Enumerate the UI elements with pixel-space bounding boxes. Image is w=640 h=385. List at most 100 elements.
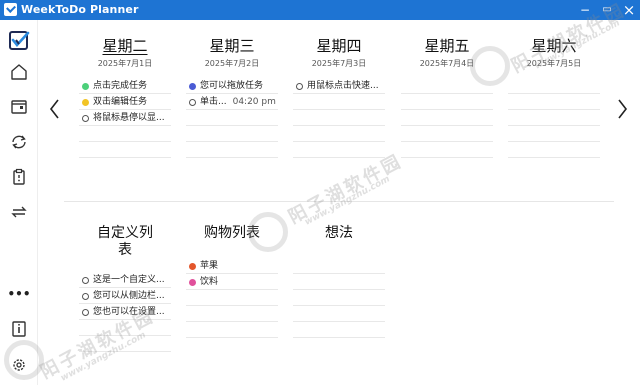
task-dot bbox=[189, 263, 196, 270]
list-item[interactable]: 苹果 bbox=[186, 258, 278, 274]
empty-task-slot[interactable] bbox=[293, 126, 385, 142]
task-dot bbox=[82, 277, 89, 284]
task-item[interactable]: 您可以拖放任务 bbox=[186, 78, 278, 94]
empty-task-slot[interactable] bbox=[293, 258, 385, 274]
app-logo-icon bbox=[4, 3, 17, 16]
task-item[interactable]: 双击编辑任务 bbox=[79, 94, 171, 110]
task-text: 将鼠标悬停以显... bbox=[93, 113, 165, 123]
list-title[interactable]: 自定义列 表 bbox=[79, 225, 171, 259]
clipboard-button[interactable] bbox=[7, 165, 31, 189]
list-title[interactable]: 想法 bbox=[293, 225, 385, 258]
day-column-wednesday: 星期三 2025年7月2日 您可以拖放任务 单击... 04:20 pm bbox=[186, 36, 278, 158]
empty-task-slot[interactable] bbox=[401, 94, 493, 110]
empty-task-slot[interactable] bbox=[293, 274, 385, 290]
day-title: 星期三 bbox=[209, 37, 255, 55]
day-title: 星期二 bbox=[102, 37, 148, 55]
window-title: WeekToDo Planner bbox=[21, 3, 139, 16]
empty-task-slot[interactable] bbox=[79, 142, 171, 158]
list-item[interactable]: 这是一个自定义... bbox=[79, 272, 171, 288]
task-dot bbox=[189, 99, 196, 106]
sync-button[interactable] bbox=[7, 130, 31, 154]
empty-task-slot[interactable] bbox=[401, 110, 493, 126]
day-column-tuesday: 星期二 2025年7月1日 点击完成任务 双击编辑任务 将鼠标悬停以显... bbox=[79, 36, 171, 158]
empty-task-slot[interactable] bbox=[293, 142, 385, 158]
empty-task-slot[interactable] bbox=[293, 290, 385, 306]
empty-task-slot[interactable] bbox=[186, 322, 278, 338]
list-title-line: 想法 bbox=[325, 225, 353, 241]
task-dot bbox=[189, 279, 196, 286]
watermark-logo-icon bbox=[248, 212, 288, 252]
empty-task-slot[interactable] bbox=[293, 322, 385, 338]
task-text: 苹果 bbox=[200, 261, 219, 271]
info-button[interactable] bbox=[7, 317, 31, 341]
home-icon bbox=[11, 64, 27, 80]
empty-task-slot[interactable] bbox=[508, 142, 600, 158]
task-item[interactable]: 将鼠标悬停以显... bbox=[79, 110, 171, 126]
home-button[interactable] bbox=[7, 60, 31, 84]
task-text: 您可以拖放任务 bbox=[200, 81, 264, 91]
day-column-thursday: 星期四 2025年7月3日 用鼠标点击快速... bbox=[293, 36, 385, 158]
task-text: 点击完成任务 bbox=[93, 81, 148, 91]
app-logo-button[interactable] bbox=[7, 29, 31, 53]
empty-task-slot[interactable] bbox=[293, 110, 385, 126]
task-dot bbox=[82, 309, 89, 316]
task-text: 单击... bbox=[200, 97, 227, 107]
info-icon bbox=[12, 321, 26, 337]
empty-task-slot[interactable] bbox=[186, 126, 278, 142]
task-item[interactable]: 单击... 04:20 pm bbox=[186, 94, 278, 110]
empty-task-slot[interactable] bbox=[508, 126, 600, 142]
task-dot bbox=[82, 293, 89, 300]
task-text: 用鼠标点击快速... bbox=[307, 81, 379, 91]
swap-icon bbox=[11, 206, 27, 218]
task-text: 双击编辑任务 bbox=[93, 97, 148, 107]
empty-task-slot[interactable] bbox=[186, 290, 278, 306]
empty-task-slot[interactable] bbox=[79, 126, 171, 142]
clipboard-icon bbox=[13, 168, 25, 185]
empty-task-slot[interactable] bbox=[508, 110, 600, 126]
task-dot bbox=[296, 83, 303, 90]
day-date: 2025年7月3日 bbox=[311, 59, 367, 68]
empty-task-slot[interactable] bbox=[508, 94, 600, 110]
day-date: 2025年7月1日 bbox=[97, 59, 153, 68]
task-item[interactable]: 点击完成任务 bbox=[79, 78, 171, 94]
calendar-button[interactable] bbox=[7, 95, 31, 119]
list-title-line: 自定义列 bbox=[97, 225, 153, 241]
list-item[interactable]: 饮料 bbox=[186, 274, 278, 290]
day-title: 星期四 bbox=[316, 37, 362, 55]
next-week-button[interactable] bbox=[614, 96, 632, 122]
empty-task-slot[interactable] bbox=[293, 306, 385, 322]
task-dot bbox=[189, 83, 196, 90]
ideas-list-column: 想法 bbox=[293, 225, 385, 338]
list-item[interactable]: 您可以从侧边栏... bbox=[79, 288, 171, 304]
more-icon: ••• bbox=[7, 287, 31, 301]
previous-week-button[interactable] bbox=[46, 96, 64, 122]
task-dot bbox=[82, 83, 89, 90]
list-title-line: 表 bbox=[118, 242, 132, 258]
task-text: 饮料 bbox=[200, 277, 219, 287]
swap-button[interactable] bbox=[7, 200, 31, 224]
sync-icon bbox=[12, 135, 26, 149]
calendar-icon bbox=[11, 100, 27, 114]
chevron-left-icon bbox=[49, 99, 59, 119]
empty-task-slot[interactable] bbox=[508, 78, 600, 94]
task-dot bbox=[82, 99, 89, 106]
app-logo-icon bbox=[9, 31, 30, 50]
watermark-logo-icon bbox=[470, 46, 510, 86]
task-item[interactable]: 用鼠标点击快速... bbox=[293, 78, 385, 94]
task-time: 04:20 pm bbox=[232, 97, 276, 107]
more-button[interactable]: ••• bbox=[7, 282, 31, 306]
task-dot bbox=[82, 115, 89, 122]
empty-task-slot[interactable] bbox=[401, 126, 493, 142]
title-bar: WeekToDo Planner − ▭ × bbox=[0, 0, 640, 20]
empty-task-slot[interactable] bbox=[293, 94, 385, 110]
empty-task-slot[interactable] bbox=[186, 110, 278, 126]
empty-task-slot[interactable] bbox=[186, 142, 278, 158]
task-text: 这是一个自定义... bbox=[93, 275, 165, 285]
task-text: 您可以从侧边栏... bbox=[93, 291, 165, 301]
chevron-right-icon bbox=[618, 99, 628, 119]
sidebar: ••• bbox=[0, 20, 38, 385]
empty-task-slot[interactable] bbox=[401, 142, 493, 158]
empty-task-slot[interactable] bbox=[186, 306, 278, 322]
day-date: 2025年7月2日 bbox=[204, 59, 260, 68]
watermark-text: 阳子湖软件园 bbox=[285, 150, 407, 229]
